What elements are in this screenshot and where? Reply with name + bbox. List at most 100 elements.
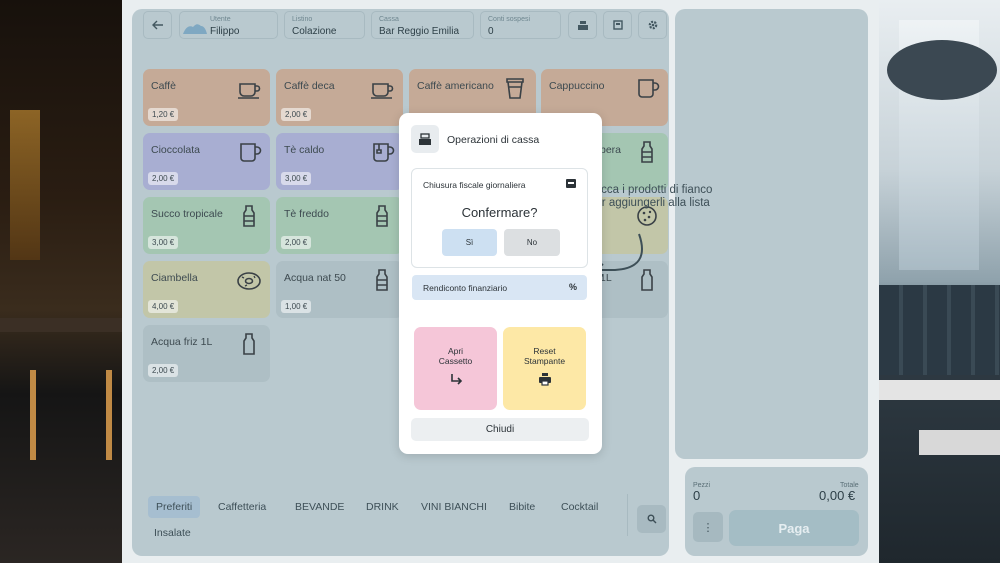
product-name: Acqua nat 50 <box>284 272 346 284</box>
background-shelf <box>10 110 40 260</box>
product-price: 3,00 € <box>148 236 179 249</box>
suspended-accounts[interactable]: Conti sospesi 0 <box>480 11 561 39</box>
settings-button[interactable] <box>638 11 667 39</box>
open-drawer-label-line2: Cassetto <box>438 356 473 366</box>
calculator-button[interactable] <box>603 11 632 39</box>
product-price: 3,00 € <box>281 172 312 185</box>
listino-selector[interactable]: Listino Colazione <box>284 11 365 39</box>
cassa-value: Bar Reggio Emilia <box>379 26 460 37</box>
suspended-value: 0 <box>488 26 494 37</box>
product-price: 4,00 € <box>148 300 179 313</box>
product-name: bera <box>600 144 622 156</box>
more-options-button[interactable]: ⋮ <box>693 512 723 542</box>
dialog-title: Operazioni di cassa <box>447 134 540 146</box>
category-tab-cocktail[interactable]: Cocktail <box>553 496 606 518</box>
open-drawer-button[interactable]: Apri Cassetto <box>414 327 497 410</box>
fiscal-closing-card: Chiusura fiscale giornaliera Confermare?… <box>411 168 588 268</box>
category-tab-bibite[interactable]: Bibite <box>501 496 543 518</box>
category-search-button[interactable] <box>637 505 666 533</box>
product-price: 2,00 € <box>148 172 179 185</box>
category-tab-drink[interactable]: DRINK <box>358 496 407 518</box>
product-price: 1,20 € <box>148 108 179 121</box>
product-name: Caffè <box>151 80 176 92</box>
product-name: Cioccolata <box>151 144 201 156</box>
calculator-icon <box>612 20 623 30</box>
product-tile-acqua-friz-1l[interactable]: Acqua friz 1L 2,00 € <box>143 325 270 382</box>
percent-icon: % <box>568 282 577 292</box>
product-tile-te-caldo[interactable]: Tè caldo 3,00 € <box>276 133 403 190</box>
milk-bottle-icon <box>243 333 255 355</box>
register-icon <box>566 179 576 188</box>
tea-cup-icon <box>373 143 395 162</box>
user-label: Utente <box>210 16 231 23</box>
product-tile-te-freddo[interactable]: Tè freddo 2,00 € <box>276 197 403 254</box>
product-price: 1,00 € <box>281 300 312 313</box>
product-name: Cappuccino <box>549 80 605 92</box>
reset-printer-button[interactable]: Reset Stampante <box>503 327 586 410</box>
background-table <box>879 380 1000 400</box>
cassa-label: Cassa <box>379 16 399 23</box>
product-tile-ciambella[interactable]: Ciambella 4,00 € <box>143 261 270 318</box>
empty-order-hint: Tocca i prodotti di fianco per aggiunger… <box>589 184 713 209</box>
close-dialog-button[interactable]: Chiudi <box>411 418 589 441</box>
cash-register-icon <box>577 20 588 30</box>
product-name: Succo tropicale <box>151 208 223 220</box>
arrow-down-right-icon <box>450 374 462 385</box>
category-tab-caffetteria[interactable]: Caffetteria <box>210 496 274 518</box>
gear-icon <box>648 20 657 30</box>
background-booth <box>879 285 1000 375</box>
listino-label: Listino <box>292 16 313 23</box>
product-name: Caffè americano <box>417 80 494 92</box>
bottle-icon <box>376 205 388 227</box>
cash-register-button[interactable] <box>568 11 597 39</box>
background-photo-right <box>879 0 1000 563</box>
mug-icon <box>240 143 262 162</box>
confirm-yes-button[interactable]: Sì <box>442 229 497 256</box>
product-tile-caffe-deca[interactable]: Caffè deca 2,00 € <box>276 69 403 126</box>
category-tab-insalate[interactable]: Insalate <box>146 522 199 544</box>
user-value: Filippo <box>210 26 240 37</box>
confirm-no-button[interactable]: No <box>504 229 560 256</box>
takeaway-cup-icon <box>506 78 524 99</box>
pieces-value: 0 <box>693 488 701 503</box>
financial-report-button[interactable]: Rendiconto finanziario % <box>412 275 587 300</box>
bottle-icon <box>641 141 653 163</box>
product-name: Ciambella <box>151 272 198 284</box>
avatar <box>183 24 207 34</box>
coffee-cup-icon <box>238 83 261 99</box>
background-table <box>0 318 122 332</box>
bottle-icon <box>243 205 255 227</box>
product-tile-succo-tropicale[interactable]: Succo tropicale 3,00 € <box>143 197 270 254</box>
cassa-selector[interactable]: Cassa Bar Reggio Emilia <box>371 11 474 39</box>
category-tab-bevande[interactable]: BEVANDE <box>287 496 352 518</box>
divider <box>627 494 628 536</box>
search-icon <box>647 514 656 524</box>
category-tab-vini-bianchi[interactable]: VINI BIANCHI <box>413 496 495 518</box>
mug-icon <box>638 79 660 98</box>
background-photo-left <box>0 0 122 563</box>
coffee-cup-icon <box>371 83 394 99</box>
background-lamp <box>887 40 997 100</box>
arrow-left-icon <box>151 20 163 30</box>
product-name: Tè caldo <box>284 144 325 156</box>
bottle-icon <box>376 269 388 291</box>
fiscal-closing-label: Chiusura fiscale giornaliera <box>423 180 526 190</box>
reset-printer-label-line2: Stampante <box>523 356 566 366</box>
category-tab-preferiti[interactable]: Preferiti <box>148 496 201 518</box>
background-chair <box>30 370 112 460</box>
printer-icon <box>538 373 551 386</box>
confirm-question: Confermare? <box>461 205 538 220</box>
order-list-panel <box>675 9 868 459</box>
user-selector[interactable]: Utente Filippo <box>179 11 278 39</box>
cash-operations-dialog: Operazioni di cassa Chiusura fiscale gio… <box>399 113 602 454</box>
product-tile-cioccolata[interactable]: Cioccolata 2,00 € <box>143 133 270 190</box>
product-name: Caffè deca <box>284 80 335 92</box>
background-table <box>919 430 1000 455</box>
product-price: 2,00 € <box>281 236 312 249</box>
back-button[interactable] <box>143 11 172 39</box>
pay-button[interactable]: Paga <box>729 510 859 546</box>
product-tile-acqua-nat-50[interactable]: Acqua nat 50 1,00 € <box>276 261 403 318</box>
product-price: 2,00 € <box>148 364 179 377</box>
product-tile-caffe[interactable]: Caffè 1,20 € <box>143 69 270 126</box>
cash-register-icon <box>411 125 439 153</box>
